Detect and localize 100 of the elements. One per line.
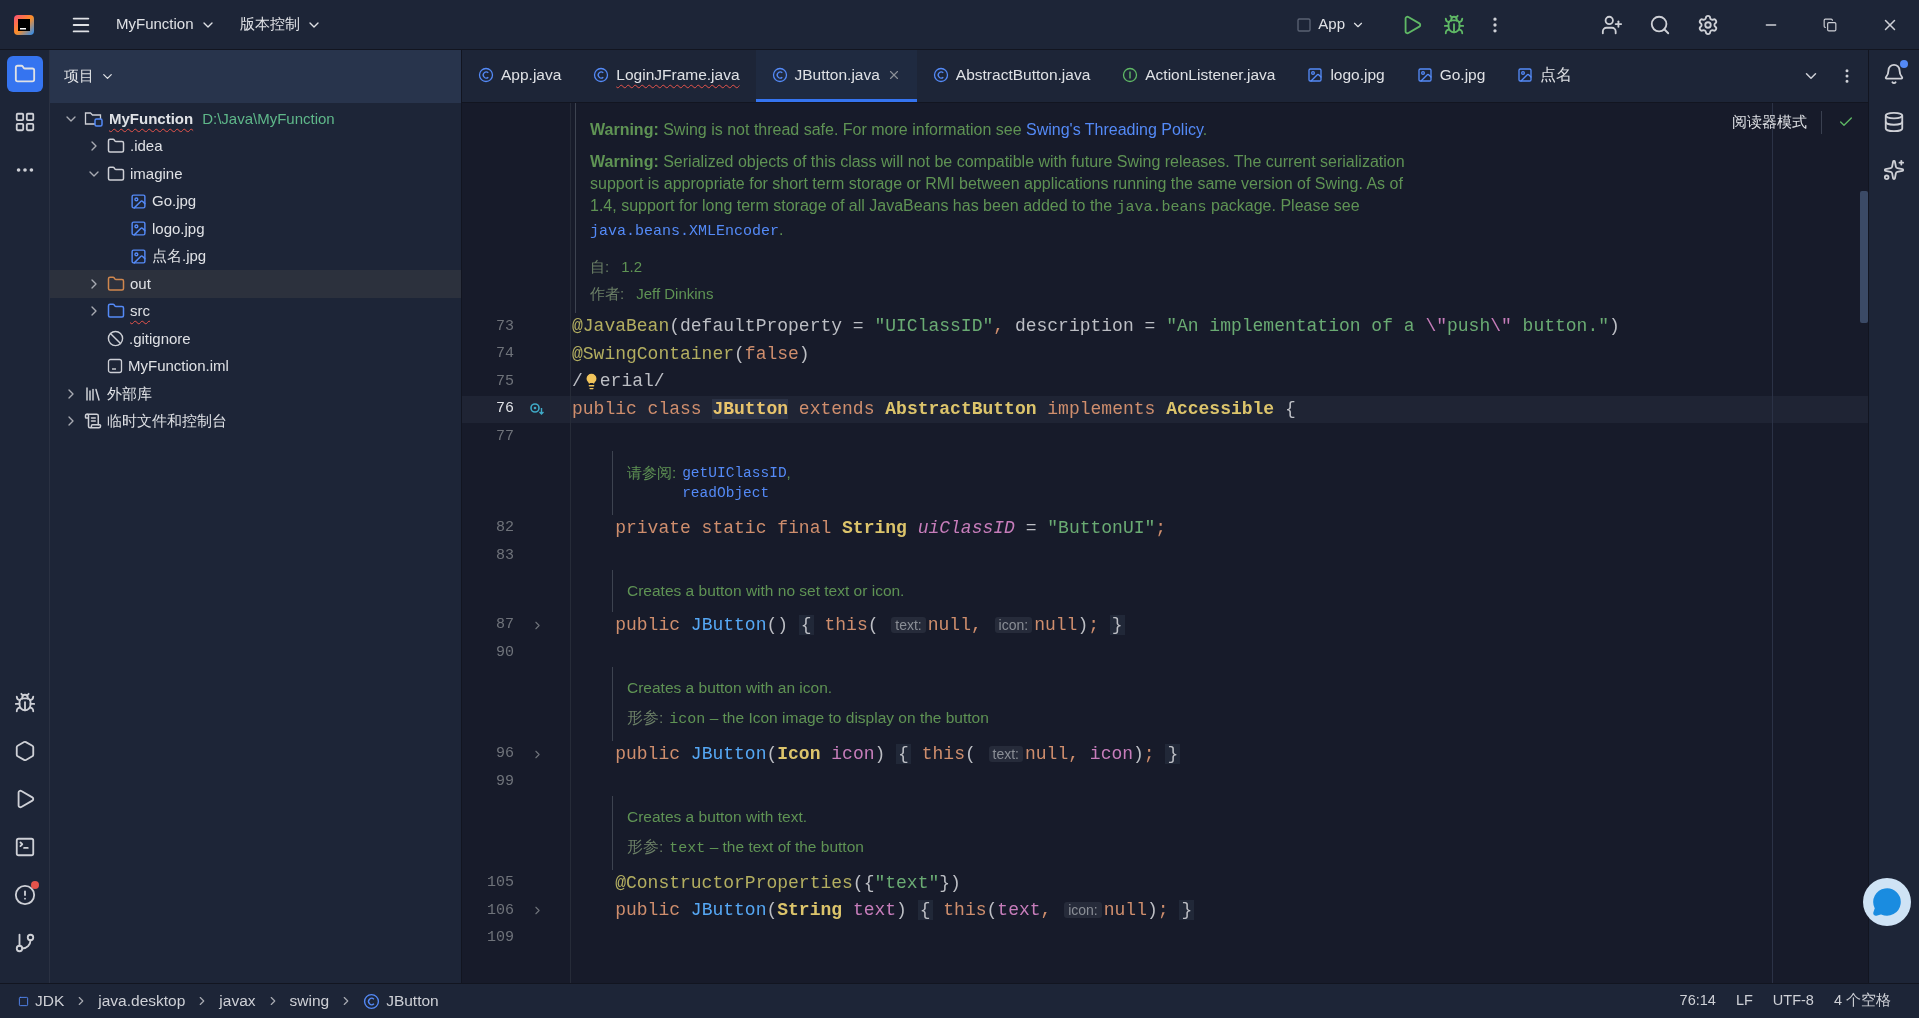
restore-icon[interactable]	[1823, 17, 1837, 32]
breadcrumb-item[interactable]: swing	[289, 989, 330, 1013]
doc-link[interactable]: getUIClassID	[682, 462, 787, 483]
doc-link[interactable]: java.beans.XMLEncoder	[590, 223, 780, 240]
editor-tab[interactable]: JButton.java	[755, 50, 917, 102]
tree-row[interactable]: 临时文件和控制台	[50, 407, 461, 435]
breadcrumb-item[interactable]: JDK	[35, 989, 65, 1013]
doc-text: Creates a button with an icon.	[627, 677, 834, 698]
tree-row[interactable]: .gitignore	[50, 325, 461, 353]
git-icon[interactable]	[13, 932, 36, 954]
editor-tab[interactable]: logo.jpg	[1291, 50, 1401, 102]
settings-icon[interactable]	[1697, 13, 1719, 36]
tree-item-label: 点名.jpg	[152, 246, 207, 266]
breadcrumb-item[interactable]: javax	[219, 989, 256, 1013]
doc-tag-label: 形参:	[627, 707, 664, 728]
code-text: public JButton(Icon icon) { this( text: null, icon); }	[614, 742, 1181, 766]
run-config-dropdown[interactable]: App	[1296, 13, 1365, 36]
folder-icon	[107, 137, 125, 156]
tree-row[interactable]: MyFunction.iml	[50, 352, 461, 380]
status-item[interactable]: UTF-8	[1772, 990, 1814, 1012]
tab-label: Go.jpg	[1439, 64, 1486, 85]
library-icon	[84, 384, 102, 403]
tree-row[interactable]: .idea	[50, 132, 461, 160]
doc-tag-value: Jeff Dinkins	[636, 284, 714, 304]
doc-tag-label: 请参阅:	[627, 462, 677, 483]
reader-mode-button[interactable]: 阅读器模式	[1732, 111, 1822, 134]
chat-assistant-button[interactable]	[1863, 878, 1911, 926]
code-text: private static final String uiClassID = "ButtonUI";	[614, 516, 1167, 540]
tree-row[interactable]: logo.jpg	[50, 215, 461, 243]
app-logo[interactable]	[12, 12, 36, 37]
code-text: public class JButton extends AbstractButton implements Accessible {	[572, 397, 1296, 421]
debug-icon[interactable]	[1443, 13, 1465, 36]
sparkle-icon[interactable]	[1883, 159, 1905, 181]
line-number: 109	[486, 928, 514, 948]
tree-row[interactable]: src	[50, 297, 461, 325]
structure-icon[interactable]	[13, 111, 36, 133]
editor-tab[interactable]: ActionListener.java	[1106, 50, 1292, 102]
tree-item-label: 外部库	[107, 383, 152, 404]
editor-tab[interactable]: Go.jpg	[1400, 50, 1502, 102]
tree-item-label: .gitignore	[129, 328, 191, 349]
tab-label: AbstractButton.java	[955, 64, 1091, 85]
tree-row[interactable]: MyFunction D:\Java\MyFunction	[50, 105, 461, 133]
line-number: 83	[495, 545, 514, 566]
breadcrumb-item[interactable]: java.desktop	[98, 989, 186, 1013]
editor-tab[interactable]: 点名	[1501, 50, 1589, 102]
debug-icon[interactable]	[13, 692, 36, 714]
line-number: 90	[495, 642, 514, 663]
line-number: 74	[495, 344, 514, 364]
code-text: public JButton() { this( text: null, icon: null); }	[614, 613, 1125, 637]
bell-icon[interactable]	[1883, 63, 1905, 85]
status-item[interactable]: 4 个空格	[1833, 990, 1891, 1012]
tree-row[interactable]: 外部库	[50, 380, 461, 408]
tree-item-label: 临时文件和控制台	[107, 411, 227, 431]
add-user-icon[interactable]	[1601, 13, 1623, 36]
editor-tab[interactable]: App.java	[462, 50, 578, 102]
scratch-list-icon	[84, 412, 102, 431]
doc-text: text – the text of the button	[669, 836, 864, 859]
database-icon[interactable]	[1883, 111, 1905, 133]
search-icon[interactable]	[1649, 13, 1671, 36]
tab-label: LoginJFrame.java	[616, 64, 740, 85]
tree-item-label: imagine	[130, 163, 183, 184]
folder-icon	[107, 274, 125, 293]
tree-row[interactable]: Go.jpg	[50, 187, 461, 215]
vcs-dropdown[interactable]: 版本控制	[239, 13, 322, 36]
line-number: 87	[495, 615, 514, 635]
tree-row[interactable]: out	[50, 270, 461, 298]
folder-icon	[107, 302, 125, 321]
tree-row[interactable]: imagine	[50, 160, 461, 188]
line-number: 82	[495, 518, 514, 538]
problems-icon[interactable]	[13, 884, 36, 906]
status-item[interactable]: LF	[1735, 990, 1753, 1012]
editor-tab[interactable]: AbstractButton.java	[916, 50, 1107, 102]
ignore-file-icon	[107, 330, 124, 348]
breadcrumb-item[interactable]: JButton	[386, 989, 439, 1013]
folder-icon[interactable]	[13, 63, 36, 85]
tab-label: App.java	[501, 64, 562, 85]
image-file-icon	[130, 247, 147, 265]
doc-link[interactable]: Swing's Threading Policy	[1026, 121, 1203, 138]
doc-link[interactable]: readObject	[682, 482, 770, 503]
line-number: 96	[495, 744, 514, 764]
tree-item-label: MyFunction.iml	[128, 356, 229, 376]
line-number: 75	[495, 371, 514, 392]
editor-tab[interactable]: LoginJFrame.java	[577, 50, 756, 102]
tree-row[interactable]: 点名.jpg	[50, 242, 461, 270]
doc-tag-label: 自:	[590, 257, 610, 277]
terminal-icon[interactable]	[13, 836, 36, 858]
doc-paragraph: Warning: Swing is not thread safe. For more information see Swing's Threading Policy.	[590, 120, 1209, 140]
interface-icon	[1122, 66, 1139, 83]
project-dropdown[interactable]: MyFunction	[116, 13, 216, 36]
doc-text: Creates a button with no set text or icon.	[627, 580, 905, 601]
scrollbar-thumb[interactable]	[1860, 191, 1868, 323]
line-number: 105	[486, 873, 514, 893]
tree-item-label: out	[130, 273, 151, 294]
implements-gutter-icon[interactable]	[529, 401, 545, 418]
services-icon[interactable]	[13, 740, 36, 762]
project-view-dropdown[interactable]: 项目	[64, 65, 115, 88]
tree-item-label: .idea	[130, 136, 163, 156]
line-number: 76	[495, 399, 514, 419]
status-item[interactable]: 76:14	[1679, 990, 1716, 1012]
class-icon	[932, 66, 949, 83]
